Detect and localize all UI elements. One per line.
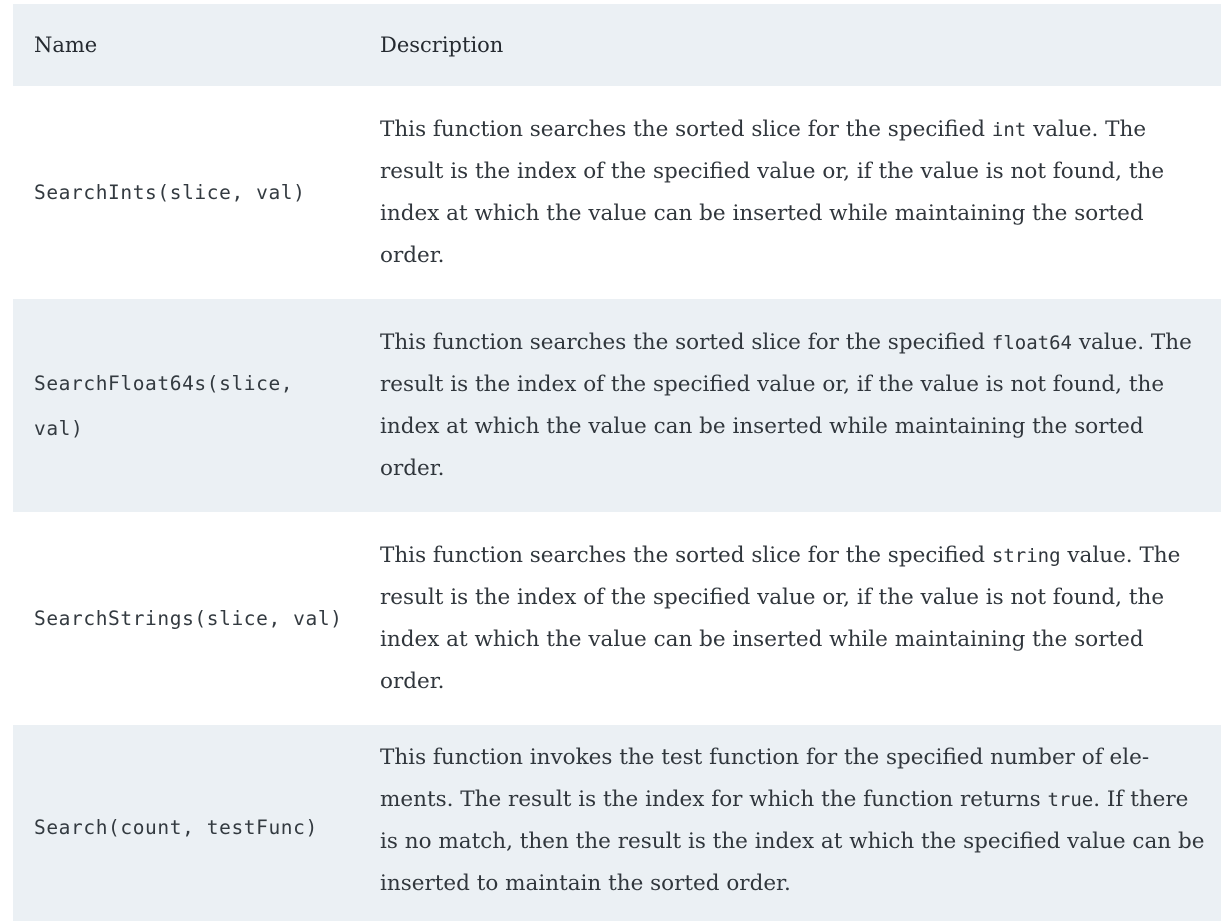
table-row: SearchFloat64s(slice, val) This function…	[13, 299, 1221, 512]
inline-code: true	[1047, 789, 1094, 811]
inline-code: int	[991, 118, 1027, 141]
inline-code: string	[991, 544, 1061, 567]
header-description: Description	[380, 33, 504, 57]
function-description: This function searches the sorted slice …	[359, 512, 1221, 725]
table-row: SearchInts(slice, val) This function sea…	[13, 86, 1221, 299]
inline-code: float64	[991, 331, 1072, 354]
function-table: Name Description SearchInts(slice, val) …	[13, 4, 1221, 921]
function-name: SearchFloat64s(slice, val)	[34, 371, 294, 440]
table-row: Search(count, testFunc) This function in…	[13, 725, 1221, 921]
table-header-row: Name Description	[13, 4, 1221, 86]
function-description: This function searches the sorted slice …	[359, 86, 1221, 299]
function-name: SearchStrings(slice, val)	[34, 607, 343, 630]
description-text: This function searches the sorted slice …	[380, 329, 992, 355]
table-row: SearchStrings(slice, val) This function …	[13, 512, 1221, 725]
description-text: This function invokes the test function …	[380, 745, 1150, 812]
description-text: This function searches the sorted slice …	[380, 116, 992, 142]
function-description: This function searches the sorted slice …	[359, 299, 1221, 512]
function-name: Search(count, testFunc)	[34, 815, 318, 839]
function-name: SearchInts(slice, val)	[34, 181, 306, 204]
header-name: Name	[34, 33, 98, 57]
function-description: This function invokes the test function …	[359, 725, 1221, 921]
description-text: This function searches the sorted slice …	[380, 542, 992, 568]
